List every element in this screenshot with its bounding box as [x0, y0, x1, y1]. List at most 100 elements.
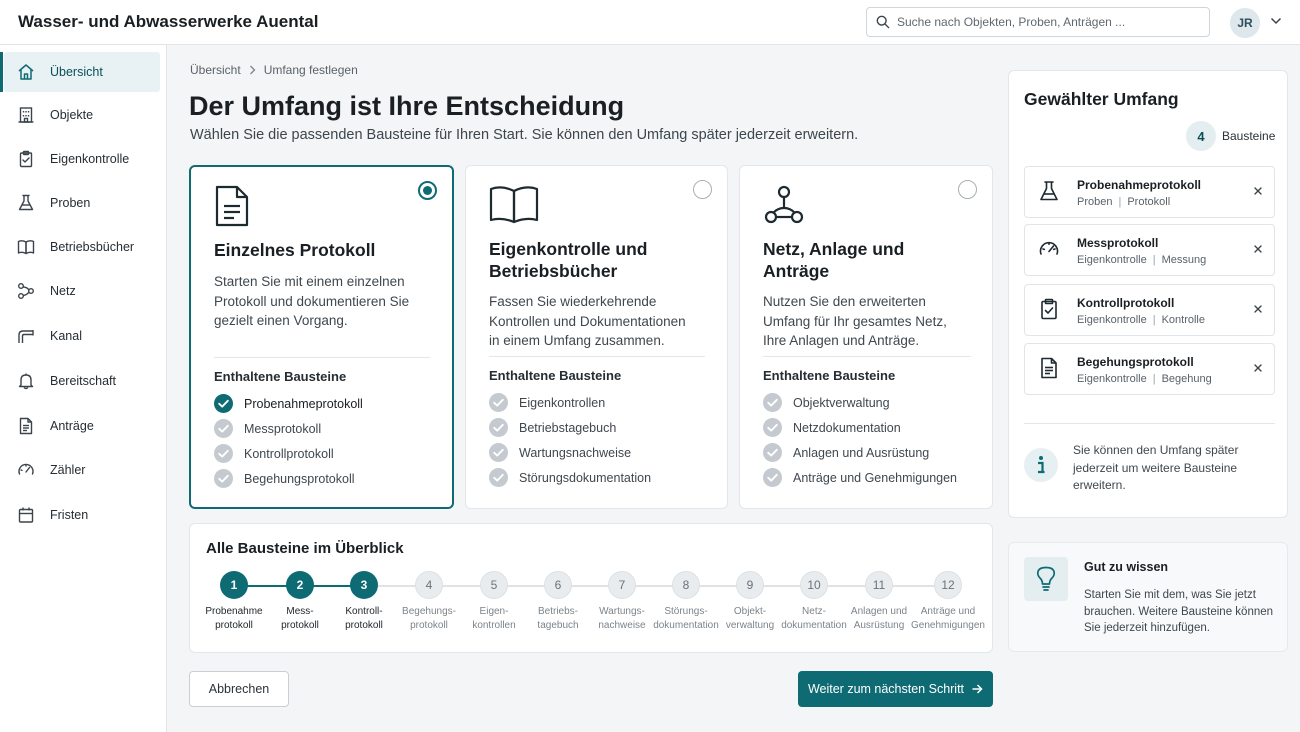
list-item: Anlagen und Ausrüstung — [763, 440, 957, 465]
step-number: 12 — [934, 571, 962, 599]
calendar-icon — [17, 506, 35, 524]
step-number: 2 — [286, 571, 314, 599]
tip-title: Gut zu wissen — [1084, 560, 1169, 574]
selected-item-title: Kontrollprotokoll — [1077, 296, 1175, 310]
app-title: Wasser- und Abwasserwerke Auental — [18, 12, 319, 31]
list-item-label: Messprotokoll — [244, 421, 322, 436]
step-number: 6 — [544, 571, 572, 599]
pipe-icon — [17, 327, 35, 345]
chevron-down-icon[interactable] — [1270, 17, 1282, 25]
list-item: Messprotokoll — [214, 416, 363, 441]
list-item: Eigenkontrollen — [489, 390, 651, 415]
sidebar-item-proben[interactable]: Proben — [4, 183, 160, 223]
check-circle-icon — [489, 468, 508, 487]
card-section-label: Enthaltene Bausteine — [763, 368, 896, 383]
list-item-label: Begehungsprotokoll — [244, 471, 355, 486]
list-item-label: Störungsdokumentation — [519, 470, 652, 485]
card-divider — [763, 356, 971, 357]
sidebar-item-eigenkontrolle[interactable]: Eigenkontrolle — [4, 139, 160, 179]
sidebar-item-betriebsbuecher[interactable]: Betriebsbücher — [4, 227, 160, 267]
page-title: Der Umfang ist Ihre Entscheidung — [189, 91, 625, 121]
search-icon — [876, 15, 890, 29]
card-radio[interactable] — [958, 180, 977, 199]
sidebar-item-kanal[interactable]: Kanal — [4, 316, 160, 356]
scope-count-badge: 4 — [1186, 121, 1216, 151]
step-number: 5 — [480, 571, 508, 599]
scope-card-eigenkontrolle-betriebsbuecher[interactable]: Eigenkontrolle und Betriebsbücher Fassen… — [465, 165, 728, 509]
list-item: Begehungsprotokoll — [214, 466, 363, 491]
tip-panel: Gut zu wissen Starten Sie mit dem, was S… — [1008, 542, 1288, 652]
scope-title: Gewählter Umfang — [1024, 89, 1179, 109]
sidebar-item-netz[interactable]: Netz — [4, 271, 160, 311]
sidebar-item-bereitschaft[interactable]: Bereitschaft — [4, 361, 160, 401]
selected-item-meta: Eigenkontrolle | Begehung — [1077, 373, 1212, 385]
next-step-button[interactable]: Weiter zum nächsten Schritt — [798, 671, 993, 707]
close-icon[interactable] — [1252, 362, 1264, 374]
card-description: Nutzen Sie den erweiterten Umfang für Ih… — [763, 294, 947, 348]
user-avatar[interactable]: JR — [1230, 8, 1260, 38]
step-number: 9 — [736, 571, 764, 599]
breadcrumb-root[interactable]: Übersicht — [190, 63, 241, 77]
step-number: 3 — [350, 571, 378, 599]
info-icon — [1024, 448, 1058, 482]
close-icon[interactable] — [1252, 243, 1264, 255]
sidebar-item-label: Zähler — [50, 463, 86, 477]
card-description: Starten Sie mit einem einzelnen Protokol… — [214, 274, 410, 328]
sidebar-item-label: Kanal — [50, 329, 82, 343]
network-icon — [17, 282, 35, 300]
card-radio[interactable] — [693, 180, 712, 199]
search-input[interactable] — [897, 12, 1197, 32]
cancel-button[interactable]: Abbrechen — [189, 671, 289, 707]
check-circle-icon — [763, 418, 782, 437]
sidebar-item-label: Übersicht — [50, 65, 103, 79]
selected-item: Probenahmeprotokoll Proben | Protokoll — [1024, 166, 1275, 218]
network-icon — [763, 184, 805, 226]
list-item: Störungsdokumentation — [489, 465, 651, 490]
scope-count-label: Bausteine — [1222, 129, 1276, 143]
selected-item-title: Begehungsprotokoll — [1077, 355, 1194, 369]
sidebar-item-antraege[interactable]: Anträge — [4, 406, 160, 446]
card-radio[interactable] — [418, 181, 437, 200]
check-circle-icon — [763, 443, 782, 462]
sidebar-item-uebersicht[interactable]: Übersicht — [0, 52, 160, 92]
check-circle-icon — [763, 468, 782, 487]
card-title: Netz, Anlage und Anträge — [763, 239, 905, 281]
scope-card-einzelnes-protokoll[interactable]: Einzelnes Protokoll Starten Sie mit eine… — [189, 165, 454, 509]
clipboard-check-icon — [17, 150, 35, 168]
bell-icon — [17, 372, 35, 390]
check-circle-icon — [489, 393, 508, 412]
list-item-label: Eigenkontrollen — [519, 395, 606, 410]
list-item: Probenahmeprotokoll — [214, 391, 363, 416]
search-box[interactable] — [866, 7, 1210, 37]
card-item-list: Eigenkontrollen Betriebstagebuch Wartung… — [489, 390, 651, 490]
selected-item: Kontrollprotokoll Eigenkontrolle | Kontrol… — [1024, 284, 1275, 336]
breadcrumb: Übersicht Umfang festlegen — [190, 63, 358, 77]
list-item-label: Anlagen und Ausrüstung — [793, 445, 930, 460]
close-icon[interactable] — [1252, 303, 1264, 315]
list-item: Anträge und Genehmigungen — [763, 465, 957, 490]
check-circle-icon — [214, 394, 233, 413]
sidebar: Übersicht Objekte Eigenkontrolle Proben … — [0, 45, 167, 732]
sidebar-item-objekte[interactable]: Objekte — [4, 95, 160, 135]
book-open-icon — [489, 184, 539, 224]
arrow-right-icon — [972, 684, 983, 694]
sidebar-item-fristen[interactable]: Fristen — [4, 495, 160, 535]
sidebar-item-label: Eigenkontrolle — [50, 152, 130, 166]
check-circle-icon — [214, 469, 233, 488]
next-step-label: Weiter zum nächsten Schritt — [807, 682, 965, 696]
list-item-label: Betriebstagebuch — [519, 420, 617, 435]
scope-card-netz-anlage-antraege[interactable]: Netz, Anlage und Anträge Nutzen Sie den … — [739, 165, 993, 509]
card-section-label: Enthaltene Bausteine — [489, 368, 622, 383]
step-number: 4 — [415, 571, 443, 599]
clipboard-check-icon — [1038, 298, 1060, 320]
sidebar-item-zaehler[interactable]: Zähler — [4, 450, 160, 490]
app-header: Wasser- und Abwasserwerke Auental JR — [0, 0, 1300, 45]
close-icon[interactable] — [1252, 185, 1264, 197]
list-item: Objektverwaltung — [763, 390, 957, 415]
flask-icon — [1038, 180, 1060, 202]
selected-item-title: Messprotokoll — [1077, 236, 1159, 250]
check-circle-icon — [214, 419, 233, 438]
sidebar-item-label: Bereitschaft — [50, 374, 117, 388]
step-12[interactable]: 12 Anträge und Genehmigungen — [903, 571, 993, 633]
building-icon — [17, 106, 35, 124]
